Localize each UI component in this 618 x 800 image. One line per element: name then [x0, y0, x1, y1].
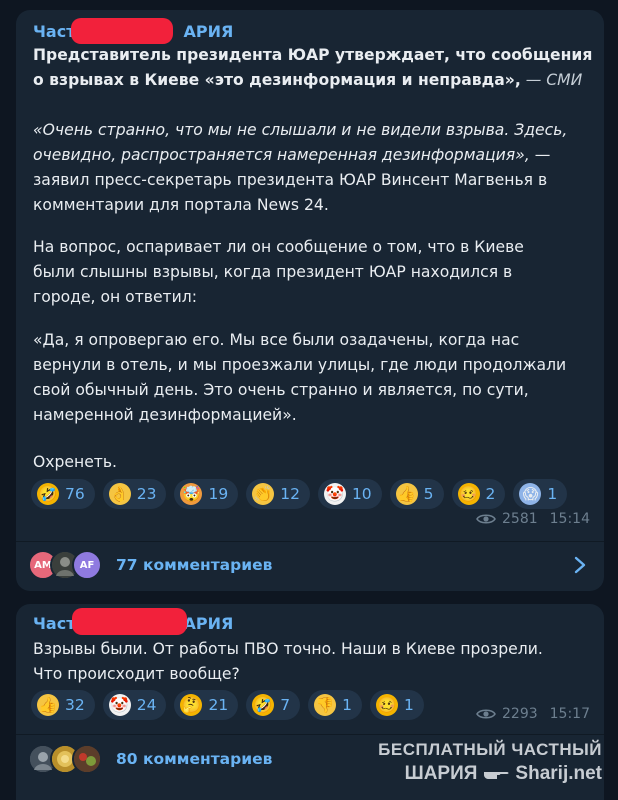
reaction-count: 21 — [208, 696, 229, 714]
reaction-count: 1 — [403, 696, 414, 714]
reaction-pill[interactable]: 🤣 76 — [31, 479, 95, 509]
reaction-count: 24 — [136, 696, 157, 714]
question-line: были слышны взрывы, когда президент ЮАР … — [33, 263, 513, 281]
rofl-icon: 🤣 — [252, 694, 275, 716]
woozy-face-icon: 🥴 — [457, 483, 480, 505]
post-body: Взрывы были. От работы ПВО точно. Наши в… — [33, 637, 590, 687]
eye-icon — [476, 709, 496, 719]
quote-line: «Очень странно, что мы не слышали и не в… — [33, 121, 568, 139]
pointing-hand-icon — [484, 772, 509, 779]
comments-count-label: 77 комментариев — [116, 556, 273, 574]
watermark-line: ШАРИЯ Sharij.net — [378, 762, 602, 786]
post-meta: 2293 15:17 — [476, 706, 590, 722]
watermark: БЕСПЛАТНЫЙ ЧАСТНЫЙ ШАРИЯ Sharij.net — [378, 738, 602, 786]
redaction-mark — [72, 608, 187, 635]
exploding-head-icon: 🤯 — [180, 483, 203, 505]
watermark-word: ШАРИЯ — [404, 763, 478, 784]
reaction-pill[interactable]: 👏 12 — [246, 479, 310, 509]
reaction-pill[interactable]: 👌 23 — [102, 479, 167, 509]
thinking-face-icon: 🤔 — [180, 694, 203, 716]
quote-dash: — — [529, 146, 551, 164]
clown-icon: 🤡 — [108, 694, 131, 716]
reaction-count: 10 — [351, 485, 372, 503]
headline-line: о взрывах в Киеве «это дезинформация и н… — [33, 71, 521, 89]
reaction-count: 1 — [342, 696, 352, 714]
thumbs-up-icon: 👍 — [37, 694, 59, 716]
avatar — [72, 744, 102, 774]
reaction-count: 19 — [208, 485, 229, 503]
comments-count-label: 80 комментариев — [116, 750, 273, 768]
reaction-pill[interactable]: 🤡 24 — [102, 690, 167, 720]
reaction-pill[interactable]: 🥴 1 — [369, 690, 424, 720]
quote-line: очевидно, распространяется намеренная де… — [33, 146, 530, 164]
avatar-photo-icon — [74, 746, 100, 772]
reaction-count: 5 — [423, 485, 434, 503]
clown-icon: 🤡 — [323, 483, 346, 505]
reaction-count: 23 — [136, 485, 157, 503]
reaction-pill[interactable]: 🤯 19 — [174, 479, 239, 509]
headline-source: — СМИ — [520, 71, 583, 89]
post-time: 15:14 — [549, 511, 590, 527]
post-closing: Охренеть. — [33, 450, 590, 475]
answer-line: вернули в отель, и мы проезжали улицы, г… — [33, 356, 567, 374]
post-question: На вопрос, оспаривает ли он сообщение о … — [33, 235, 590, 310]
channel-name-suffix: АРИЯ — [183, 22, 234, 41]
reaction-pill[interactable]: 🤡 10 — [317, 479, 382, 509]
view-count: 2581 — [502, 511, 538, 527]
post-quote: «Очень странно, что мы не слышали и не в… — [33, 118, 590, 218]
woozy-face-icon: 🥴 — [375, 694, 398, 716]
eye-icon — [476, 514, 496, 524]
watermark-line: БЕСПЛАТНЫЙ ЧАСТНЫЙ — [378, 740, 602, 759]
avatar: AF — [72, 550, 102, 580]
answer-line: «Да, я опровергаю его. Мы все были озада… — [33, 331, 520, 349]
comments-button[interactable]: AM AF 77 комментариев — [16, 543, 604, 587]
closing-line: Охренеть. — [33, 453, 118, 471]
question-line: городе, он ответил: — [33, 288, 198, 306]
question-line: На вопрос, оспаривает ли он сообщение о … — [33, 238, 524, 256]
reaction-count: 7 — [280, 696, 291, 714]
reaction-count: 76 — [65, 485, 85, 503]
post-time: 15:17 — [549, 706, 590, 722]
chevron-right-icon — [574, 556, 586, 574]
commenter-avatars — [28, 744, 102, 774]
watermark-site: Sharij.net — [515, 763, 602, 784]
reaction-pill[interactable]: 👎 1 — [308, 690, 362, 720]
post-headline: Представитель президента ЮАР утверждает,… — [33, 43, 593, 93]
reaction-pill[interactable]: 🤣 7 — [246, 690, 301, 720]
rofl-icon: 🤣 — [37, 483, 59, 505]
view-count: 2293 — [502, 706, 538, 722]
thumbs-down-icon: 👎 — [314, 694, 337, 716]
post-answer: «Да, я опровергаю его. Мы все были озада… — [33, 328, 590, 428]
attribution-line: комментарии для портала News 24. — [33, 196, 329, 214]
thumbs-up-icon: 👍 — [395, 483, 418, 505]
reaction-pill[interactable]: 😱 1 — [513, 479, 568, 509]
reactions-bar: 🤣 76 👌 23 🤯 19 👏 12 🤡 10 👍 5 🥴 2 😱 1 — [31, 479, 568, 509]
reaction-pill[interactable]: 👍 32 — [31, 690, 95, 720]
reactions-bar: 👍 32 🤡 24 🤔 21 🤣 7 👎 1 🥴 1 — [31, 690, 424, 720]
headline-line: Представитель президента ЮАР утверждает,… — [33, 46, 593, 64]
reaction-count: 2 — [485, 485, 496, 503]
commenter-avatars: AM AF — [28, 550, 102, 580]
clapping-icon: 👏 — [252, 483, 275, 505]
reaction-count: 1 — [547, 485, 558, 503]
channel-post: Частн АРИЯ Представитель президента ЮАР у… — [16, 10, 604, 591]
reaction-pill[interactable]: 🥴 2 — [451, 479, 506, 509]
reaction-count: 12 — [280, 485, 300, 503]
answer-line: свой обычный день. Это очень странно и я… — [33, 381, 529, 399]
reaction-pill[interactable]: 👍 5 — [389, 479, 444, 509]
body-line: Что происходит вообще? — [33, 665, 240, 683]
channel-name-suffix: АРИЯ — [183, 614, 234, 633]
divider — [16, 541, 604, 542]
reaction-count: 32 — [65, 696, 85, 714]
post-meta: 2581 15:14 — [476, 511, 590, 527]
reaction-pill[interactable]: 🤔 21 — [174, 690, 239, 720]
screaming-face-icon: 😱 — [519, 483, 542, 505]
attribution-line: заявил пресс-секретарь президента ЮАР Ви… — [33, 171, 548, 189]
answer-line: намеренной дезинформацией». — [33, 406, 297, 424]
divider — [16, 734, 604, 735]
body-line: Взрывы были. От работы ПВО точно. Наши в… — [33, 640, 543, 658]
ok-hand-icon: 👌 — [108, 483, 131, 505]
redaction-mark — [71, 18, 173, 44]
